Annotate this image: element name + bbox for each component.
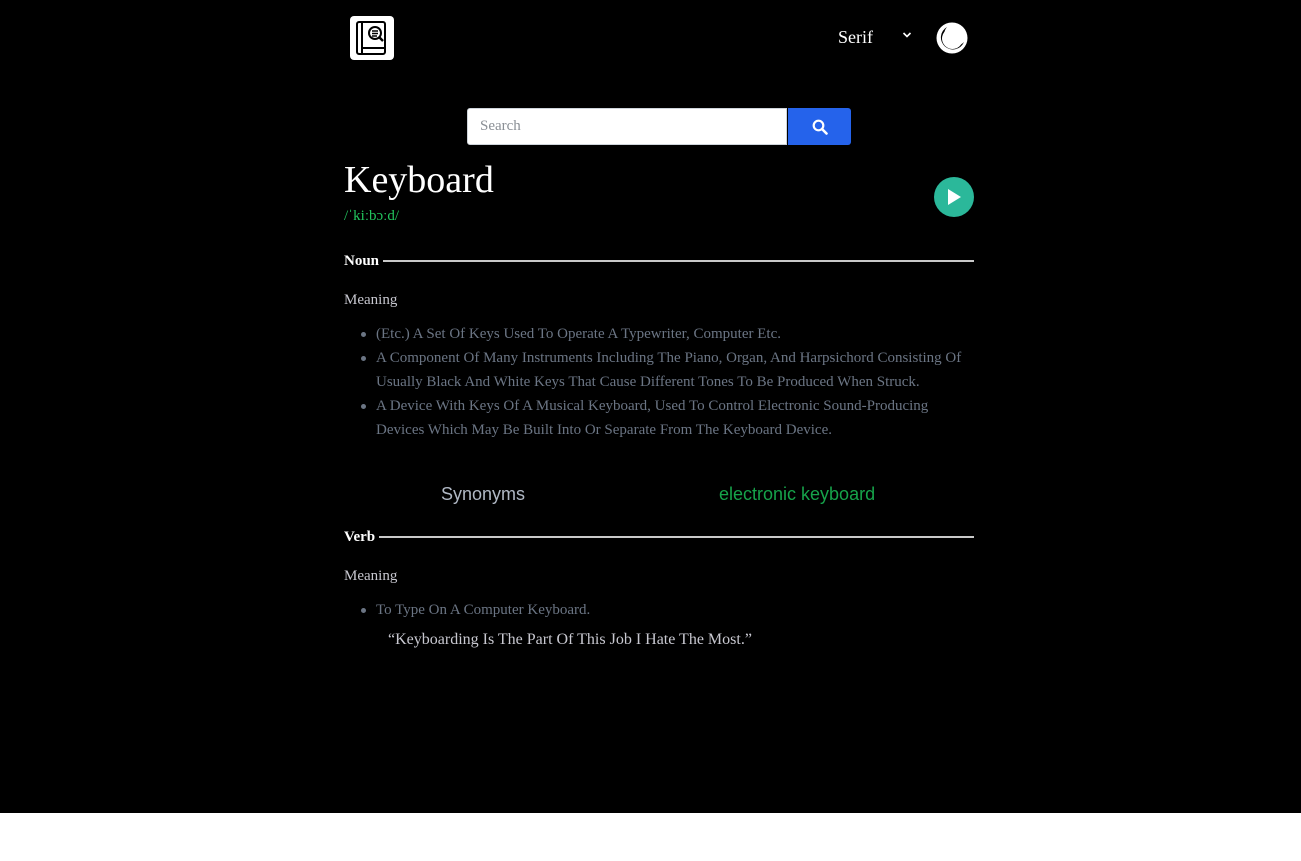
bullet	[361, 332, 366, 337]
meaning-label: Meaning	[344, 568, 398, 584]
synonym-link[interactable]: electronic keyboard	[719, 484, 875, 505]
play-audio-button[interactable]	[934, 177, 974, 217]
bullet	[361, 356, 366, 361]
definition-text: (Etc.) A Set Of Keys Used To Operate A T…	[376, 326, 781, 342]
bullet	[361, 608, 366, 613]
word-title: Keyboard	[344, 159, 494, 201]
app-background: Serif Keyboard /ˈkiːbɔːd/	[0, 0, 1301, 813]
logo[interactable]	[350, 16, 394, 60]
meaning-label: Meaning	[344, 292, 398, 308]
font-select[interactable]: Serif	[838, 24, 912, 50]
list-item: To Type On A Computer Keyboard.	[344, 598, 974, 622]
list-item: A Component Of Many Instruments Includin…	[344, 346, 974, 394]
search-input[interactable]	[467, 108, 787, 145]
dictionary-book-search-icon	[356, 21, 386, 55]
pos-label: Verb	[344, 528, 376, 545]
synonyms-label: Synonyms	[441, 484, 526, 504]
definition-text: A Component Of Many Instruments Includin…	[376, 350, 962, 390]
search-button[interactable]	[788, 108, 851, 145]
definition-list: (Etc.) A Set Of Keys Used To Operate A T…	[344, 322, 974, 442]
play-icon	[948, 189, 961, 205]
pos-divider	[383, 260, 974, 262]
definition-text: A Device With Keys Of A Musical Keyboard…	[376, 398, 929, 438]
list-item: (Etc.) A Set Of Keys Used To Operate A T…	[344, 322, 974, 346]
definition-text: To Type On A Computer Keyboard.	[376, 602, 591, 618]
pos-heading-verb: Verb	[344, 527, 974, 547]
phonetic: /ˈkiːbɔːd/	[344, 208, 399, 224]
list-item: A Device With Keys Of A Musical Keyboard…	[344, 394, 974, 442]
definition-list: To Type On A Computer Keyboard.	[344, 598, 974, 622]
header: Serif	[344, 14, 974, 62]
pos-label: Noun	[344, 252, 380, 269]
moon-icon	[936, 22, 968, 54]
pos-heading-noun: Noun	[344, 251, 974, 271]
example-sentence: “Keyboarding Is The Part Of This Job I H…	[388, 631, 752, 648]
search-bar	[467, 108, 851, 145]
font-select-value: Serif	[838, 26, 873, 47]
pos-divider	[379, 536, 974, 538]
bullet	[361, 404, 366, 409]
chevron-down-icon	[902, 32, 912, 38]
theme-toggle[interactable]	[935, 21, 969, 55]
search-icon	[812, 119, 828, 135]
